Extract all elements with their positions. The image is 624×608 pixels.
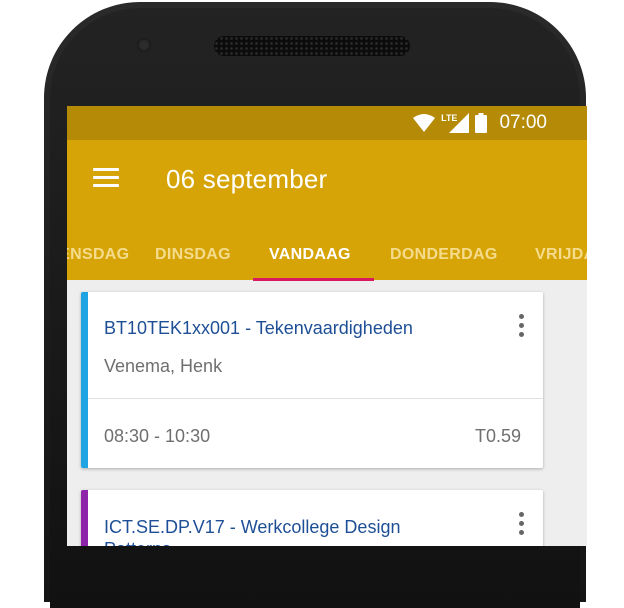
more-options-icon[interactable] — [519, 314, 525, 338]
lesson-time: 08:30 - 10:30 — [104, 426, 211, 446]
card-divider — [88, 398, 543, 399]
status-time: 07:00 — [499, 112, 547, 133]
tab-vandaag[interactable]: VANDAAG — [269, 246, 351, 264]
more-options-icon[interactable] — [519, 512, 525, 536]
tab-vrijdag[interactable]: VRIJDAG — [535, 246, 587, 264]
active-tab-indicator — [253, 278, 374, 281]
room-number: T0.59 — [474, 426, 521, 446]
tab-dinsdag[interactable]: DINSDAG — [155, 246, 231, 264]
course-title: ICT.SE.DP.V17 - Werkcollege Design Patte… — [104, 517, 401, 546]
card-accent-bar — [81, 292, 88, 468]
app-bar: 06 september WOENSDAG DINSDAG VANDAAG DO… — [67, 140, 587, 281]
day-tabs: WOENSDAG DINSDAG VANDAAG DONDERDAG VRIJD… — [67, 238, 587, 280]
wifi-icon — [413, 114, 436, 132]
battery-icon — [475, 113, 488, 133]
tab-donderdag[interactable]: DONDERDAG — [390, 246, 498, 264]
network-type-label: LTE — [441, 113, 458, 123]
tab-woensdag[interactable]: WOENSDAG — [67, 246, 129, 264]
screen: LTE 07:00 06 september WOENSDAG DINSDAG … — [67, 106, 587, 546]
course-title: BT10TEK1xx001 - Tekenvaardigheden — [104, 318, 413, 338]
status-icons: LTE 07:00 — [413, 112, 547, 134]
teacher-name: Venema, Henk — [104, 356, 223, 376]
hamburger-menu-icon[interactable] — [93, 168, 119, 188]
earpiece-speaker — [214, 36, 410, 56]
status-bar: LTE 07:00 — [67, 106, 587, 140]
schedule-card[interactable]: BT10TEK1xx001 - Tekenvaardigheden Venema… — [81, 292, 543, 468]
schedule-card[interactable]: ICT.SE.DP.V17 - Werkcollege Design Patte… — [81, 490, 543, 546]
card-accent-bar — [81, 490, 88, 546]
page-title: 06 september — [166, 164, 328, 194]
front-camera — [137, 38, 151, 52]
